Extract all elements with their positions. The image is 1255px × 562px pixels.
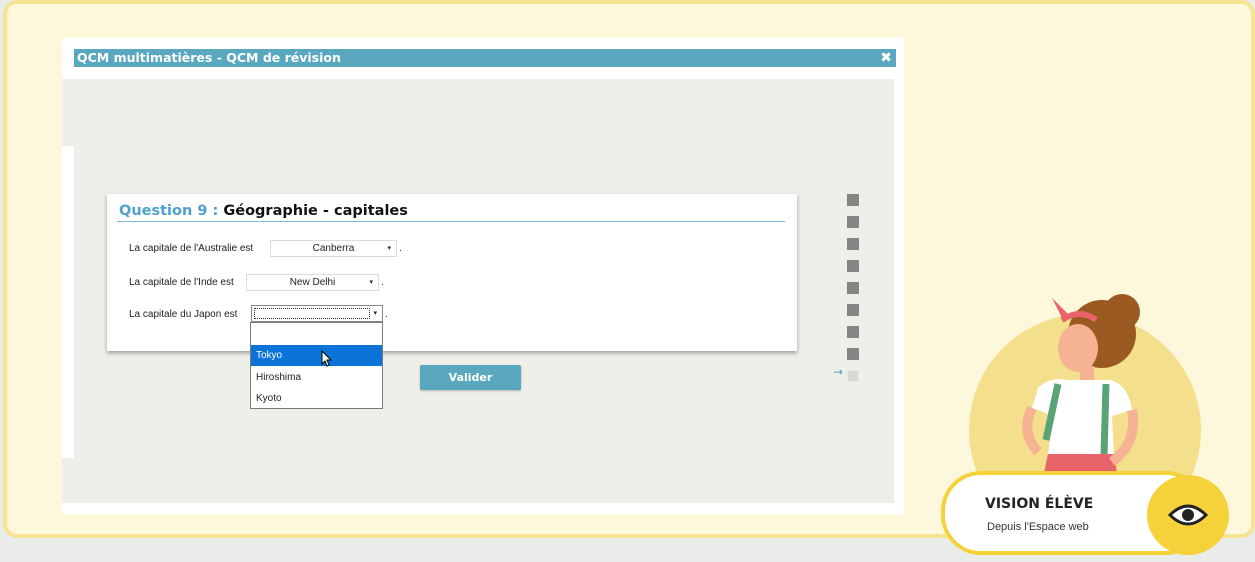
dropdown-option-hiroshima[interactable]: Hiroshima xyxy=(251,367,382,388)
question-number: Question 9 : xyxy=(119,203,219,219)
eye-icon xyxy=(1168,504,1208,526)
question-line-3: La capitale du Japon est xyxy=(129,309,238,320)
current-question-arrow-icon: → xyxy=(833,365,844,379)
chevron-down-icon: ▾ xyxy=(369,279,373,286)
question-nav-square-6[interactable] xyxy=(847,304,859,316)
question-nav-square-4[interactable] xyxy=(847,260,859,272)
eye-badge xyxy=(1147,475,1229,555)
question-subject: Géographie - capitales xyxy=(223,203,408,219)
question-nav-square-1[interactable] xyxy=(847,194,859,206)
question-nav-square-2[interactable] xyxy=(847,216,859,228)
answer-select-1[interactable]: Canberra ▾ xyxy=(270,240,397,257)
answer-select-1-value: Canberra xyxy=(312,243,355,254)
chevron-down-icon: ▾ xyxy=(387,245,391,252)
dropdown-option-kyoto[interactable]: Kyoto xyxy=(251,388,382,409)
chevron-down-icon: ▾ xyxy=(373,310,377,317)
sentence-end: . xyxy=(385,309,388,320)
question-nav-square-9[interactable] xyxy=(847,370,859,382)
dropdown-option-tokyo[interactable]: Tokyo xyxy=(251,345,382,367)
title-divider xyxy=(117,221,785,222)
answer-select-2-value: New Delhi xyxy=(289,277,336,288)
question-nav-square-3[interactable] xyxy=(847,238,859,250)
question-card: Question 9 : Géographie - capitales La c… xyxy=(107,194,797,351)
sentence-end: . xyxy=(399,243,402,254)
dropdown-option-empty[interactable] xyxy=(251,323,382,344)
mouse-cursor-icon xyxy=(321,350,332,367)
validate-button[interactable]: Valider xyxy=(420,365,521,390)
window-titlebar: QCM multimatières - QCM de révision ✖ xyxy=(74,49,896,67)
left-edge-strip xyxy=(62,458,74,503)
close-icon[interactable]: ✖ xyxy=(880,49,892,67)
question-nav-square-8[interactable] xyxy=(847,348,859,360)
dropdown-option-tokyo-label: Tokyo xyxy=(256,350,283,361)
sentence-end: . xyxy=(381,277,384,288)
question-line-2: La capitale de l'Inde est xyxy=(129,277,234,288)
answer-select-3[interactable]: ▾ xyxy=(251,305,383,322)
question-nav-square-5[interactable] xyxy=(847,282,859,294)
badge-subtitle: Depuis l'Espace web xyxy=(987,521,1089,533)
badge-title: VISION ÉLÈVE xyxy=(985,496,1094,512)
left-edge-strip xyxy=(62,79,74,146)
question-line-1: La capitale de l'Australie est xyxy=(129,243,254,254)
focus-ring xyxy=(254,308,370,319)
answer-dropdown-list: Tokyo Hiroshima Kyoto xyxy=(250,322,383,409)
question-title: Question 9 : Géographie - capitales xyxy=(119,203,408,219)
answer-select-2[interactable]: New Delhi ▾ xyxy=(246,274,379,291)
window-title: QCM multimatières - QCM de révision xyxy=(77,50,341,65)
question-nav-square-7[interactable] xyxy=(847,326,859,338)
student-illustration xyxy=(1022,294,1140,492)
